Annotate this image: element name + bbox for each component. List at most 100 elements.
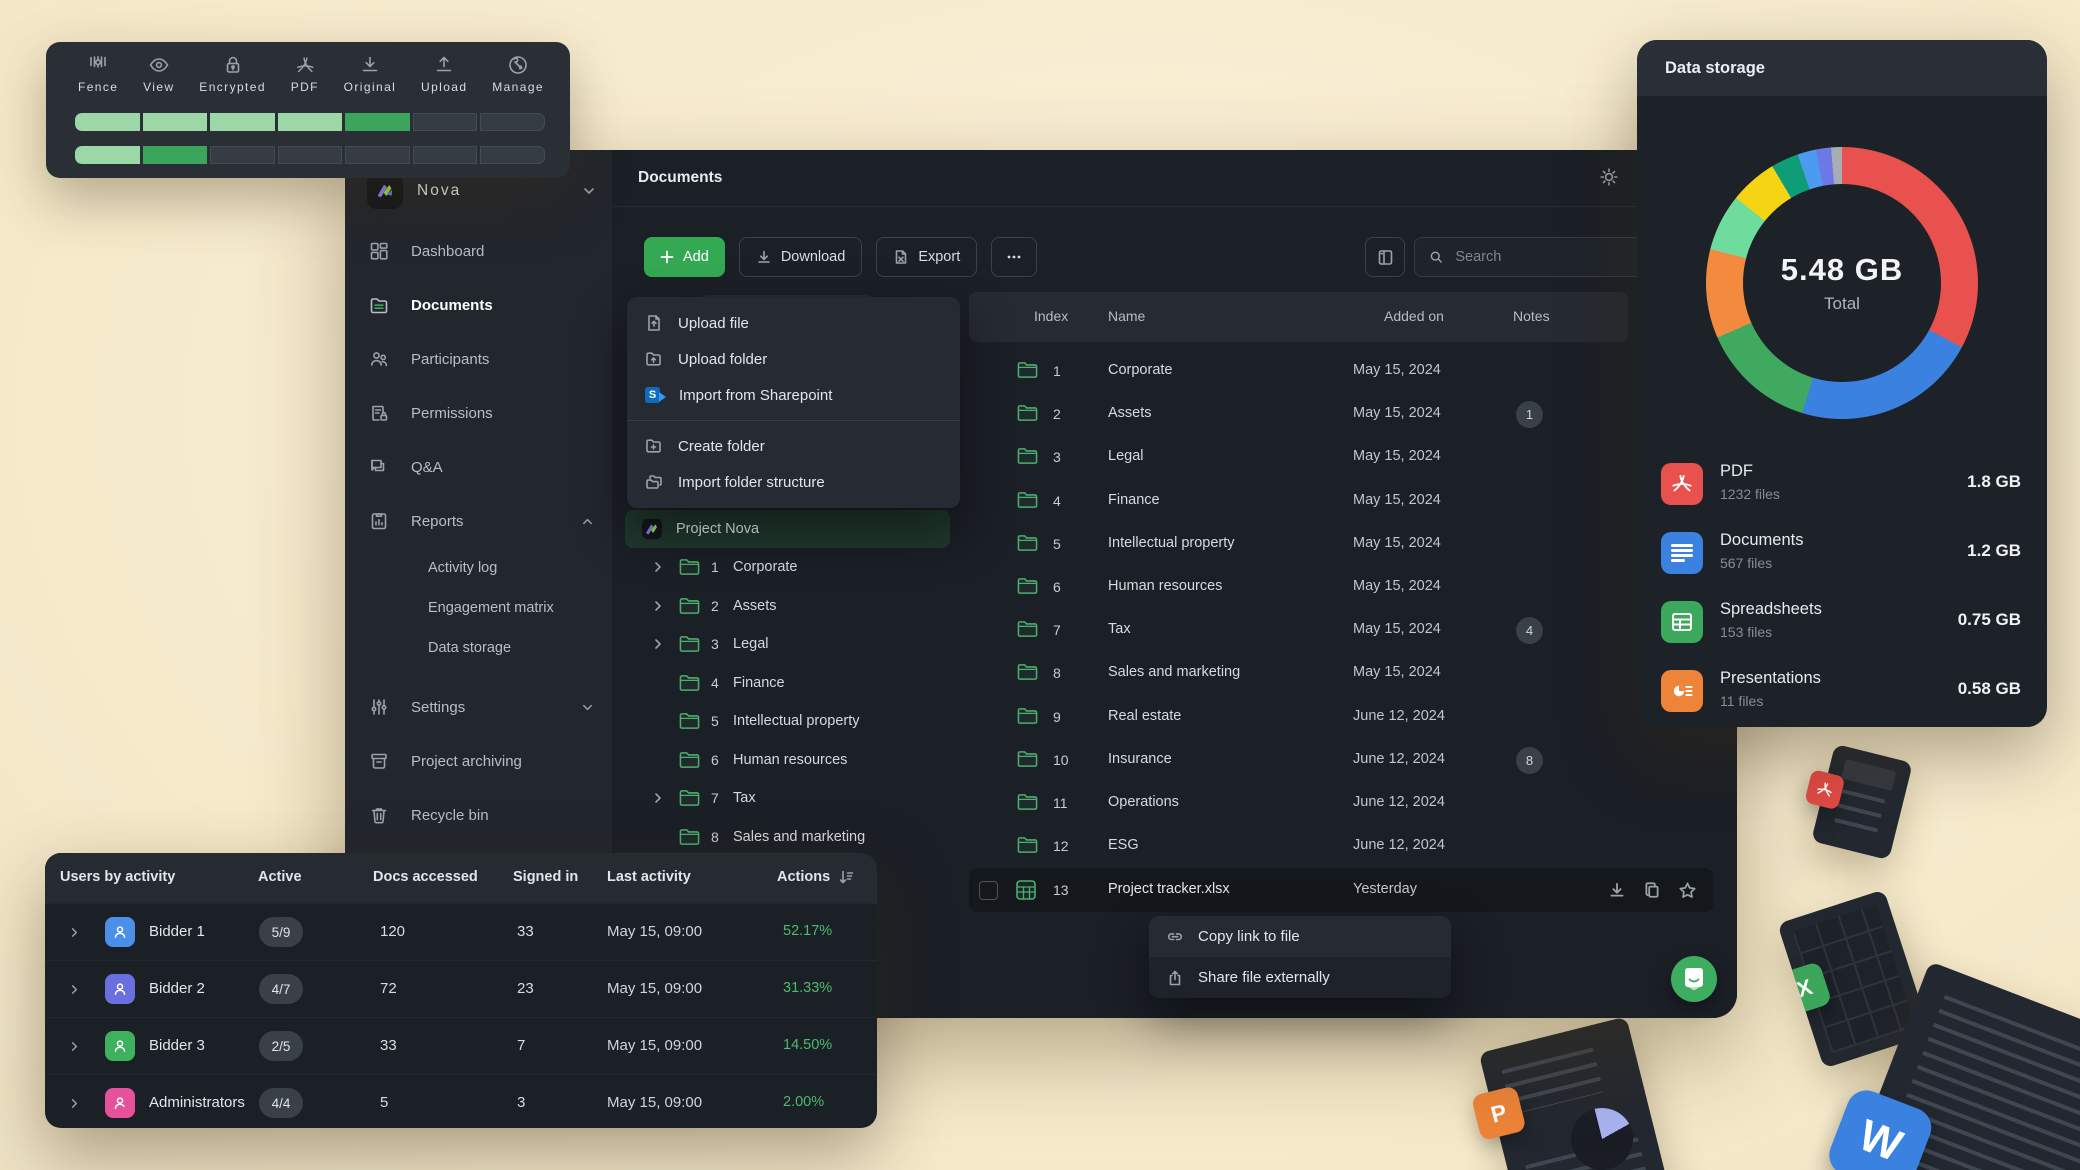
table-row[interactable]: 2 Assets May 15, 2024 1 <box>969 393 1713 436</box>
layout-toggle-button[interactable] <box>1365 237 1405 277</box>
chevron-down-icon[interactable] <box>581 701 594 714</box>
upload-button[interactable]: Upload <box>421 54 467 94</box>
download-button[interactable]: Download <box>739 237 863 277</box>
row-name[interactable]: Project tracker.xlsx <box>1108 881 1230 897</box>
user-row[interactable]: Bidder 2 4/7 72 23 May 15, 09:00 31.33% <box>45 960 877 1017</box>
sidebar-item-participants[interactable]: Participants <box>345 332 612 386</box>
chevron-up-icon[interactable] <box>581 515 594 528</box>
notes-count-badge[interactable]: 1 <box>1516 401 1543 428</box>
chevron-right-icon[interactable] <box>69 984 80 995</box>
user-row[interactable]: Bidder 1 5/9 120 33 May 15, 09:00 52.17% <box>45 903 877 960</box>
table-row[interactable]: 8 Sales and marketing May 15, 2024 <box>969 652 1713 695</box>
chevron-right-icon[interactable] <box>652 600 664 612</box>
column-header-last-activity[interactable]: Last activity <box>607 869 691 885</box>
column-header-docs-accessed[interactable]: Docs accessed <box>373 869 478 885</box>
menu-item-upload-folder[interactable]: Upload folder <box>627 341 960 377</box>
menu-item-copy-link[interactable]: Copy link to file <box>1149 916 1451 957</box>
chevron-right-icon[interactable] <box>652 792 664 804</box>
original-download-button[interactable]: Original <box>344 54 397 94</box>
theme-brightness-icon[interactable] <box>1599 167 1619 187</box>
menu-item-import-folder-structure[interactable]: Import folder structure <box>627 464 960 500</box>
table-row-selected-file[interactable]: 13 Project tracker.xlsx Yesterday <box>969 868 1713 912</box>
chevron-right-icon[interactable] <box>69 1098 80 1109</box>
add-button[interactable]: Add <box>644 237 725 277</box>
tree-item[interactable]: 7 Tax <box>625 779 950 818</box>
pdf-button[interactable]: PDF <box>291 54 319 94</box>
table-row[interactable]: 5 Intellectual property May 15, 2024 <box>969 523 1713 566</box>
sidebar-item-settings[interactable]: Settings <box>345 680 612 734</box>
row-name[interactable]: Human resources <box>1108 578 1222 594</box>
table-row[interactable]: 4 Finance May 15, 2024 <box>969 480 1713 523</box>
sidebar-item-documents[interactable]: Documents <box>345 278 612 332</box>
sidebar-item-permissions[interactable]: Permissions <box>345 386 612 440</box>
table-row[interactable]: 1 Corporate May 15, 2024 <box>969 350 1713 393</box>
menu-item-upload-file[interactable]: Upload file <box>627 305 960 341</box>
table-row[interactable]: 9 Real estate June 12, 2024 <box>969 696 1713 739</box>
row-name[interactable]: Operations <box>1108 794 1179 810</box>
view-button[interactable]: View <box>143 54 174 94</box>
column-header-added-on[interactable]: Added on <box>1384 308 1444 324</box>
table-row[interactable]: 3 Legal May 15, 2024 <box>969 436 1713 479</box>
sidebar-item-engagement-matrix[interactable]: Engagement matrix <box>345 588 612 628</box>
sidebar-item-dashboard[interactable]: Dashboard <box>345 224 612 278</box>
tree-item[interactable]: 6 Human resources <box>625 741 950 780</box>
tree-item[interactable]: 1 Corporate <box>625 548 950 587</box>
row-name[interactable]: Real estate <box>1108 708 1181 724</box>
sidebar-item-recycle-bin[interactable]: Recycle bin <box>345 788 612 842</box>
encrypted-button[interactable]: Encrypted <box>199 54 266 94</box>
table-row[interactable]: 6 Human resources May 15, 2024 <box>969 566 1713 609</box>
user-row[interactable]: Administrators 4/4 5 3 May 15, 09:00 2.0… <box>45 1074 877 1128</box>
export-button[interactable]: Export <box>876 237 977 277</box>
row-name[interactable]: Assets <box>1108 405 1152 421</box>
download-icon[interactable] <box>1608 881 1626 899</box>
tree-root-project-nova[interactable]: Project Nova <box>625 510 950 548</box>
legend-row-spreadsheets[interactable]: Spreadsheets 153 files 0.75 GB <box>1637 588 2047 657</box>
row-name[interactable]: Insurance <box>1108 751 1172 767</box>
tree-item[interactable]: 4 Finance <box>625 664 950 703</box>
sidebar-item-project-archiving[interactable]: Project archiving <box>345 734 612 788</box>
notes-count-badge[interactable]: 8 <box>1516 747 1543 774</box>
sidebar-item-qa[interactable]: Q&A <box>345 440 612 494</box>
column-header-name[interactable]: Name <box>1108 308 1145 324</box>
chevron-right-icon[interactable] <box>69 927 80 938</box>
menu-item-share-externally[interactable]: Share file externally <box>1149 957 1451 998</box>
star-icon[interactable] <box>1678 881 1697 900</box>
notes-count-badge[interactable]: 4 <box>1516 617 1543 644</box>
table-row[interactable]: 11 Operations June 12, 2024 <box>969 782 1713 825</box>
tree-item[interactable]: 3 Legal <box>625 625 950 664</box>
table-row[interactable]: 12 ESG June 12, 2024 <box>969 825 1713 868</box>
menu-item-import-sharepoint[interactable]: S Import from Sharepoint <box>627 377 960 413</box>
legend-row-pdf[interactable]: PDF 1232 files 1.8 GB <box>1637 450 2047 519</box>
row-name[interactable]: Intellectual property <box>1108 535 1235 551</box>
table-row[interactable]: 7 Tax May 15, 2024 4 <box>969 609 1713 652</box>
legend-row-documents[interactable]: Documents 567 files 1.2 GB <box>1637 519 2047 588</box>
chevron-right-icon[interactable] <box>652 561 664 573</box>
row-name[interactable]: Legal <box>1108 448 1143 464</box>
column-header-notes[interactable]: Notes <box>1513 308 1550 324</box>
column-header-users[interactable]: Users by activity <box>60 869 175 885</box>
legend-row-presentations[interactable]: Presentations 11 files 0.58 GB <box>1637 657 2047 726</box>
row-name[interactable]: Finance <box>1108 492 1160 508</box>
sort-descending-icon[interactable] <box>838 869 854 885</box>
row-name[interactable]: ESG <box>1108 837 1139 853</box>
row-name[interactable]: Tax <box>1108 621 1131 637</box>
fence-view-button[interactable]: Fence <box>78 54 118 94</box>
column-header-active[interactable]: Active <box>258 869 302 885</box>
sidebar-item-data-storage[interactable]: Data storage <box>345 628 612 668</box>
chevron-down-icon[interactable] <box>582 184 596 198</box>
user-row[interactable]: Bidder 3 2/5 33 7 May 15, 09:00 14.50% <box>45 1017 877 1074</box>
tree-item[interactable]: 8 Sales and marketing <box>625 818 950 857</box>
sidebar-item-activity-log[interactable]: Activity log <box>345 548 612 588</box>
table-row[interactable]: 10 Insurance June 12, 2024 8 <box>969 739 1713 782</box>
sidebar-item-reports[interactable]: Reports <box>345 494 612 548</box>
row-name[interactable]: Sales and marketing <box>1108 664 1240 680</box>
tree-item[interactable]: 2 Assets <box>625 587 950 626</box>
chat-fab-button[interactable] <box>1671 956 1717 1002</box>
column-header-signed-in[interactable]: Signed in <box>513 869 578 885</box>
column-header-index[interactable]: Index <box>1034 308 1068 324</box>
more-actions-button[interactable] <box>991 237 1037 277</box>
chevron-right-icon[interactable] <box>69 1041 80 1052</box>
copy-icon[interactable] <box>1643 881 1661 899</box>
row-checkbox[interactable] <box>979 881 998 900</box>
tree-item[interactable]: 5 Intellectual property <box>625 702 950 741</box>
